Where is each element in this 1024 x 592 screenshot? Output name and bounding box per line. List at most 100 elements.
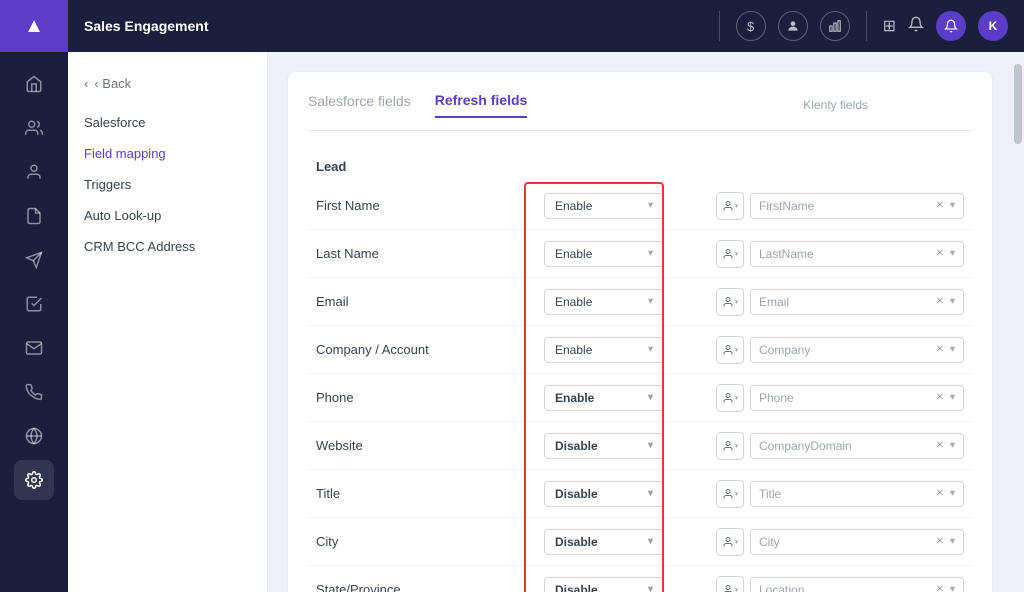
klenty-select-website[interactable]: CompanyDomain ✕ ▾	[750, 433, 964, 459]
field-label-city: City	[316, 534, 536, 549]
klenty-field-title: ▾ Title ✕ ▾	[716, 480, 964, 508]
clear-website-btn[interactable]: ✕	[936, 440, 944, 451]
toggle-lastname[interactable]: Enable ▾	[544, 241, 664, 267]
dropdown-arrow-icon: ▾	[950, 248, 955, 259]
clear-company-btn[interactable]: ✕	[936, 344, 944, 355]
toggle-email[interactable]: Enable ▾	[544, 289, 664, 315]
clear-city-btn[interactable]: ✕	[936, 536, 944, 547]
field-label-title: Title	[316, 486, 536, 501]
person-type-btn-state[interactable]: ▾	[716, 576, 744, 592]
toggle-state[interactable]: Disable ▾	[544, 577, 664, 592]
table-row: Title Disable ▾ ▾ Title	[308, 470, 972, 518]
dropdown-arrow-icon: ▾	[950, 584, 955, 592]
klenty-fields-header: Klenty fields	[803, 98, 868, 112]
klenty-field-phone: ▾ Phone ✕ ▾	[716, 384, 964, 412]
sidebar-item-auto-lookup[interactable]: Auto Look-up	[68, 200, 267, 231]
toggle-phone[interactable]: Enable ▾	[544, 385, 664, 411]
sidebar-item-triggers[interactable]: Triggers	[68, 169, 267, 200]
tab-refresh-fields[interactable]: Refresh fields	[435, 92, 528, 118]
clear-email-btn[interactable]: ✕	[936, 296, 944, 307]
clear-title-btn[interactable]: ✕	[936, 488, 944, 499]
klenty-select-phone[interactable]: Phone ✕ ▾	[750, 385, 964, 411]
chevron-down-icon: ▾	[648, 248, 653, 259]
sidebar-document-icon[interactable]	[14, 196, 54, 236]
toggle-title[interactable]: Disable ▾	[544, 481, 664, 507]
klenty-select-title[interactable]: Title ✕ ▾	[750, 481, 964, 507]
sidebar-send-icon[interactable]	[14, 240, 54, 280]
sidebar-settings-icon[interactable]	[14, 460, 54, 500]
table-row: Last Name Enable ▾ ▾ LastName	[308, 230, 972, 278]
klenty-select-company[interactable]: Company ✕ ▾	[750, 337, 964, 363]
scrollbar-thumb[interactable]	[1014, 64, 1022, 144]
sidebar-item-crm-bcc[interactable]: CRM BCC Address	[68, 231, 267, 262]
nav-sidebar: ‹ ‹ Back Salesforce Field mapping Trigge…	[68, 52, 268, 592]
app-title: Sales Engagement	[68, 18, 225, 34]
klenty-select-lastname[interactable]: LastName ✕ ▾	[750, 241, 964, 267]
clear-phone-btn[interactable]: ✕	[936, 392, 944, 403]
person-type-btn-email[interactable]: ▾	[716, 288, 744, 316]
table-row: City Disable ▾ ▾ City	[308, 518, 972, 566]
klenty-select-email[interactable]: Email ✕ ▾	[750, 289, 964, 315]
field-label-website: Website	[316, 438, 536, 453]
dropdown-arrow-icon: ▾	[950, 536, 955, 547]
person-type-btn-phone[interactable]: ▾	[716, 384, 744, 412]
sidebar-mail-icon[interactable]	[14, 328, 54, 368]
app-logo: ▲	[0, 0, 68, 52]
fields-table: First Name Enable ▾ ▾ FirstName	[308, 182, 972, 592]
user-nav-icon[interactable]	[778, 11, 808, 41]
sidebar-phone-icon[interactable]	[14, 372, 54, 412]
chevron-down-icon: ▾	[735, 586, 739, 592]
sidebar-item-field-mapping[interactable]: Field mapping	[68, 138, 267, 169]
sidebar-contacts-icon[interactable]	[14, 108, 54, 148]
clear-state-btn[interactable]: ✕	[936, 584, 944, 592]
person-type-btn-title[interactable]: ▾	[716, 480, 744, 508]
back-button[interactable]: ‹ ‹ Back	[68, 68, 267, 99]
scrollbar-track[interactable]	[1012, 52, 1024, 592]
klenty-select-city[interactable]: City ✕ ▾	[750, 529, 964, 555]
dropdown-arrow-icon: ▾	[950, 344, 955, 355]
chevron-down-icon: ▾	[735, 298, 739, 306]
chevron-down-icon: ▾	[735, 538, 739, 546]
chevron-down-icon: ▾	[648, 392, 653, 403]
clear-firstname-btn[interactable]: ✕	[936, 200, 944, 211]
person-type-btn-city[interactable]: ▾	[716, 528, 744, 556]
top-navigation: ▲ Sales Engagement $ ⊞ K	[0, 0, 1024, 52]
section-lead-label: Lead	[308, 151, 972, 182]
toggle-city[interactable]: Disable ▾	[544, 529, 664, 555]
chevron-down-icon: ▾	[648, 296, 653, 307]
person-type-btn-lastname[interactable]: ▾	[716, 240, 744, 268]
sidebar-check-icon[interactable]	[14, 284, 54, 324]
avatar-k-btn[interactable]: K	[978, 11, 1008, 41]
klenty-select-state[interactable]: Location ✕ ▾	[750, 577, 964, 592]
sidebar-globe-icon[interactable]	[14, 416, 54, 456]
nav-divider-1	[719, 11, 720, 41]
chart-nav-icon[interactable]	[820, 11, 850, 41]
dropdown-arrow-icon: ▾	[950, 296, 955, 307]
klenty-field-lastname: ▾ LastName ✕ ▾	[716, 240, 964, 268]
person-type-btn-firstname[interactable]: ▾	[716, 192, 744, 220]
back-label: ‹ Back	[94, 76, 131, 91]
chevron-down-icon: ▾	[735, 250, 739, 258]
table-row: Company / Account Enable ▾ ▾ Co	[308, 326, 972, 374]
tab-salesforce-fields[interactable]: Salesforce fields	[308, 93, 411, 117]
toggle-firstname[interactable]: Enable ▾	[544, 193, 664, 219]
sidebar-home-icon[interactable]	[14, 64, 54, 104]
grid-nav-icon[interactable]: ⊞	[883, 16, 896, 36]
person-type-btn-company[interactable]: ▾	[716, 336, 744, 364]
toggle-company[interactable]: Enable ▾	[544, 337, 664, 363]
dollar-nav-icon[interactable]: $	[736, 11, 766, 41]
sidebar-person-icon[interactable]	[14, 152, 54, 192]
dropdown-arrow-icon: ▾	[950, 392, 955, 403]
chevron-down-icon: ▾	[735, 490, 739, 498]
klenty-select-firstname[interactable]: FirstName ✕ ▾	[750, 193, 964, 219]
clear-lastname-btn[interactable]: ✕	[936, 248, 944, 259]
notification-icon-btn[interactable]	[936, 11, 966, 41]
person-type-btn-website[interactable]: ▾	[716, 432, 744, 460]
back-chevron-icon: ‹	[84, 76, 88, 91]
chevron-down-icon: ▾	[735, 394, 739, 402]
content-card: Salesforce fields Refresh fields Klenty …	[288, 72, 992, 592]
bell-nav-icon[interactable]	[908, 16, 924, 37]
field-label-firstname: First Name	[316, 198, 536, 213]
toggle-website[interactable]: Disable ▾	[544, 433, 664, 459]
sidebar-item-salesforce[interactable]: Salesforce	[68, 107, 267, 138]
